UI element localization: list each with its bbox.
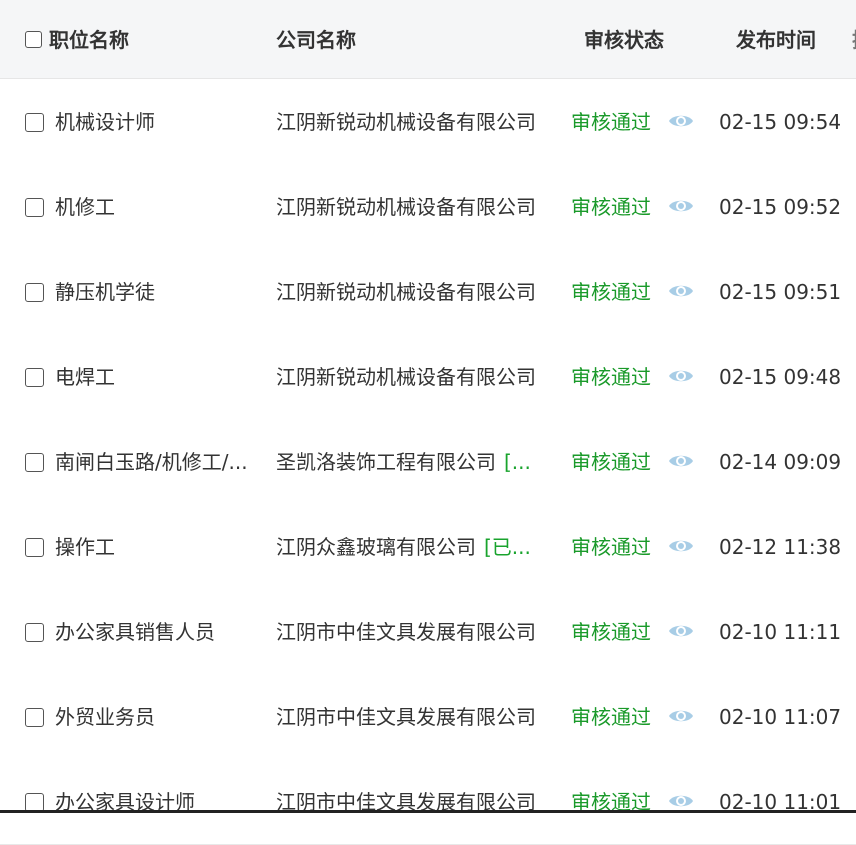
company-name[interactable]: 江阴新锐动机械设备有限公司 [276,110,536,134]
publish-time: 02-15 09:51 [719,280,842,304]
table-row[interactable]: 静压机学徒 江阴新锐动机械设备有限公司 审核通过 02-15 09:51 [0,249,856,335]
publish-time: 02-15 09:54 [719,110,842,134]
company-name-cell[interactable]: 江阴新锐动机械设备有限公司 [276,334,546,419]
publish-time: 02-14 09:09 [719,450,842,474]
table-row[interactable]: 办公家具销售人员 江阴市中佳文具发展有限公司 审核通过 02-10 11:11 [0,589,856,675]
review-status: 审核通过 [571,280,651,304]
table-row[interactable]: 机修工 江阴新锐动机械设备有限公司 审核通过 02-15 09:52 [0,164,856,250]
publish-time: 02-12 11:38 [719,535,842,559]
eye-icon[interactable] [668,451,694,471]
scroll-edge-divider [0,810,856,813]
company-name[interactable]: 圣凯洛装饰工程有限公司 [276,450,496,474]
eye-icon[interactable] [668,366,694,386]
job-title-link[interactable]: 办公家具设计师 [55,759,263,844]
publish-time: 02-10 11:07 [719,705,842,729]
company-name[interactable]: 江阴市中佳文具发展有限公司 [276,620,536,644]
header-review-status[interactable]: 审核状态 [584,0,664,78]
row-checkbox[interactable] [25,113,44,132]
review-status: 审核通过 [571,450,651,474]
company-name-cell[interactable]: 江阴新锐动机械设备有限公司 [276,164,546,249]
review-status: 审核通过 [571,195,651,219]
table-row[interactable]: 机械设计师 江阴新锐动机械设备有限公司 审核通过 02-15 09:54 [0,79,856,165]
eye-icon[interactable] [668,621,694,641]
review-status: 审核通过 [571,365,651,389]
review-status: 审核通过 [571,705,651,729]
eye-icon[interactable] [668,111,694,131]
company-status-tag: [... [504,450,531,474]
company-name-cell[interactable]: 江阴市中佳文具发展有限公司 [276,674,546,759]
row-checkbox[interactable] [25,708,44,727]
header-actions: 操 [852,0,856,78]
row-checkbox[interactable] [25,368,44,387]
job-title-link[interactable]: 静压机学徒 [55,249,263,334]
job-title-link[interactable]: 外贸业务员 [55,674,263,759]
company-name-cell[interactable]: 江阴众鑫玻璃有限公司 [已... [276,504,546,589]
company-name-cell[interactable]: 江阴新锐动机械设备有限公司 [276,79,546,164]
table-row[interactable]: 办公家具设计师 江阴市中佳文具发展有限公司 审核通过 02-10 11:01 [0,759,856,845]
publish-time: 02-15 09:52 [719,195,842,219]
review-status: 审核通过 [571,790,651,814]
job-title-link[interactable]: 机械设计师 [55,79,263,164]
review-status: 审核通过 [571,535,651,559]
table-row[interactable]: 操作工 江阴众鑫玻璃有限公司 [已... 审核通过 02-12 11:38 [0,504,856,590]
publish-time: 02-15 09:48 [719,365,842,389]
company-status-tag: [已... [484,535,531,559]
eye-icon[interactable] [668,706,694,726]
row-checkbox[interactable] [25,538,44,557]
company-name-cell[interactable]: 江阴市中佳文具发展有限公司 [276,589,546,674]
eye-icon[interactable] [668,281,694,301]
eye-icon[interactable] [668,536,694,556]
header-publish-time[interactable]: 发布时间 [736,0,816,78]
row-checkbox[interactable] [25,623,44,642]
company-name-cell[interactable]: 江阴市中佳文具发展有限公司 [276,759,546,844]
table-row[interactable]: 电焊工 江阴新锐动机械设备有限公司 审核通过 02-15 09:48 [0,334,856,420]
row-checkbox[interactable] [25,198,44,217]
job-title-link[interactable]: 电焊工 [55,334,263,419]
job-title-link[interactable]: 机修工 [55,164,263,249]
table-row[interactable]: 南闸白玉路/机修工/... 圣凯洛装饰工程有限公司 [... 审核通过 02-14 09… [0,419,856,505]
eye-icon[interactable] [668,196,694,216]
company-name[interactable]: 江阴市中佳文具发展有限公司 [276,705,536,729]
table-row[interactable]: 外贸业务员 江阴市中佳文具发展有限公司 审核通过 02-10 11:07 [0,674,856,760]
job-title-link[interactable]: 操作工 [55,504,263,589]
job-title-link[interactable]: 南闸白玉路/机修工/... [55,419,263,504]
company-name-cell[interactable]: 圣凯洛装饰工程有限公司 [... [276,419,546,504]
select-all-checkbox[interactable] [25,31,42,48]
publish-time: 02-10 11:01 [719,790,842,814]
eye-icon[interactable] [668,791,694,811]
header-job-title[interactable]: 职位名称 [49,0,129,78]
row-checkbox[interactable] [25,283,44,302]
company-name[interactable]: 江阴新锐动机械设备有限公司 [276,280,536,304]
table-header: 职位名称 公司名称 审核状态 发布时间 操 [0,0,856,79]
review-status: 审核通过 [571,620,651,644]
company-name[interactable]: 江阴新锐动机械设备有限公司 [276,365,536,389]
header-company-name[interactable]: 公司名称 [276,0,356,78]
row-checkbox[interactable] [25,453,44,472]
company-name-cell[interactable]: 江阴新锐动机械设备有限公司 [276,249,546,334]
company-name[interactable]: 江阴众鑫玻璃有限公司 [276,535,476,559]
job-title-link[interactable]: 办公家具销售人员 [55,589,263,674]
company-name[interactable]: 江阴新锐动机械设备有限公司 [276,195,536,219]
review-status: 审核通过 [571,110,651,134]
publish-time: 02-10 11:11 [719,620,842,644]
